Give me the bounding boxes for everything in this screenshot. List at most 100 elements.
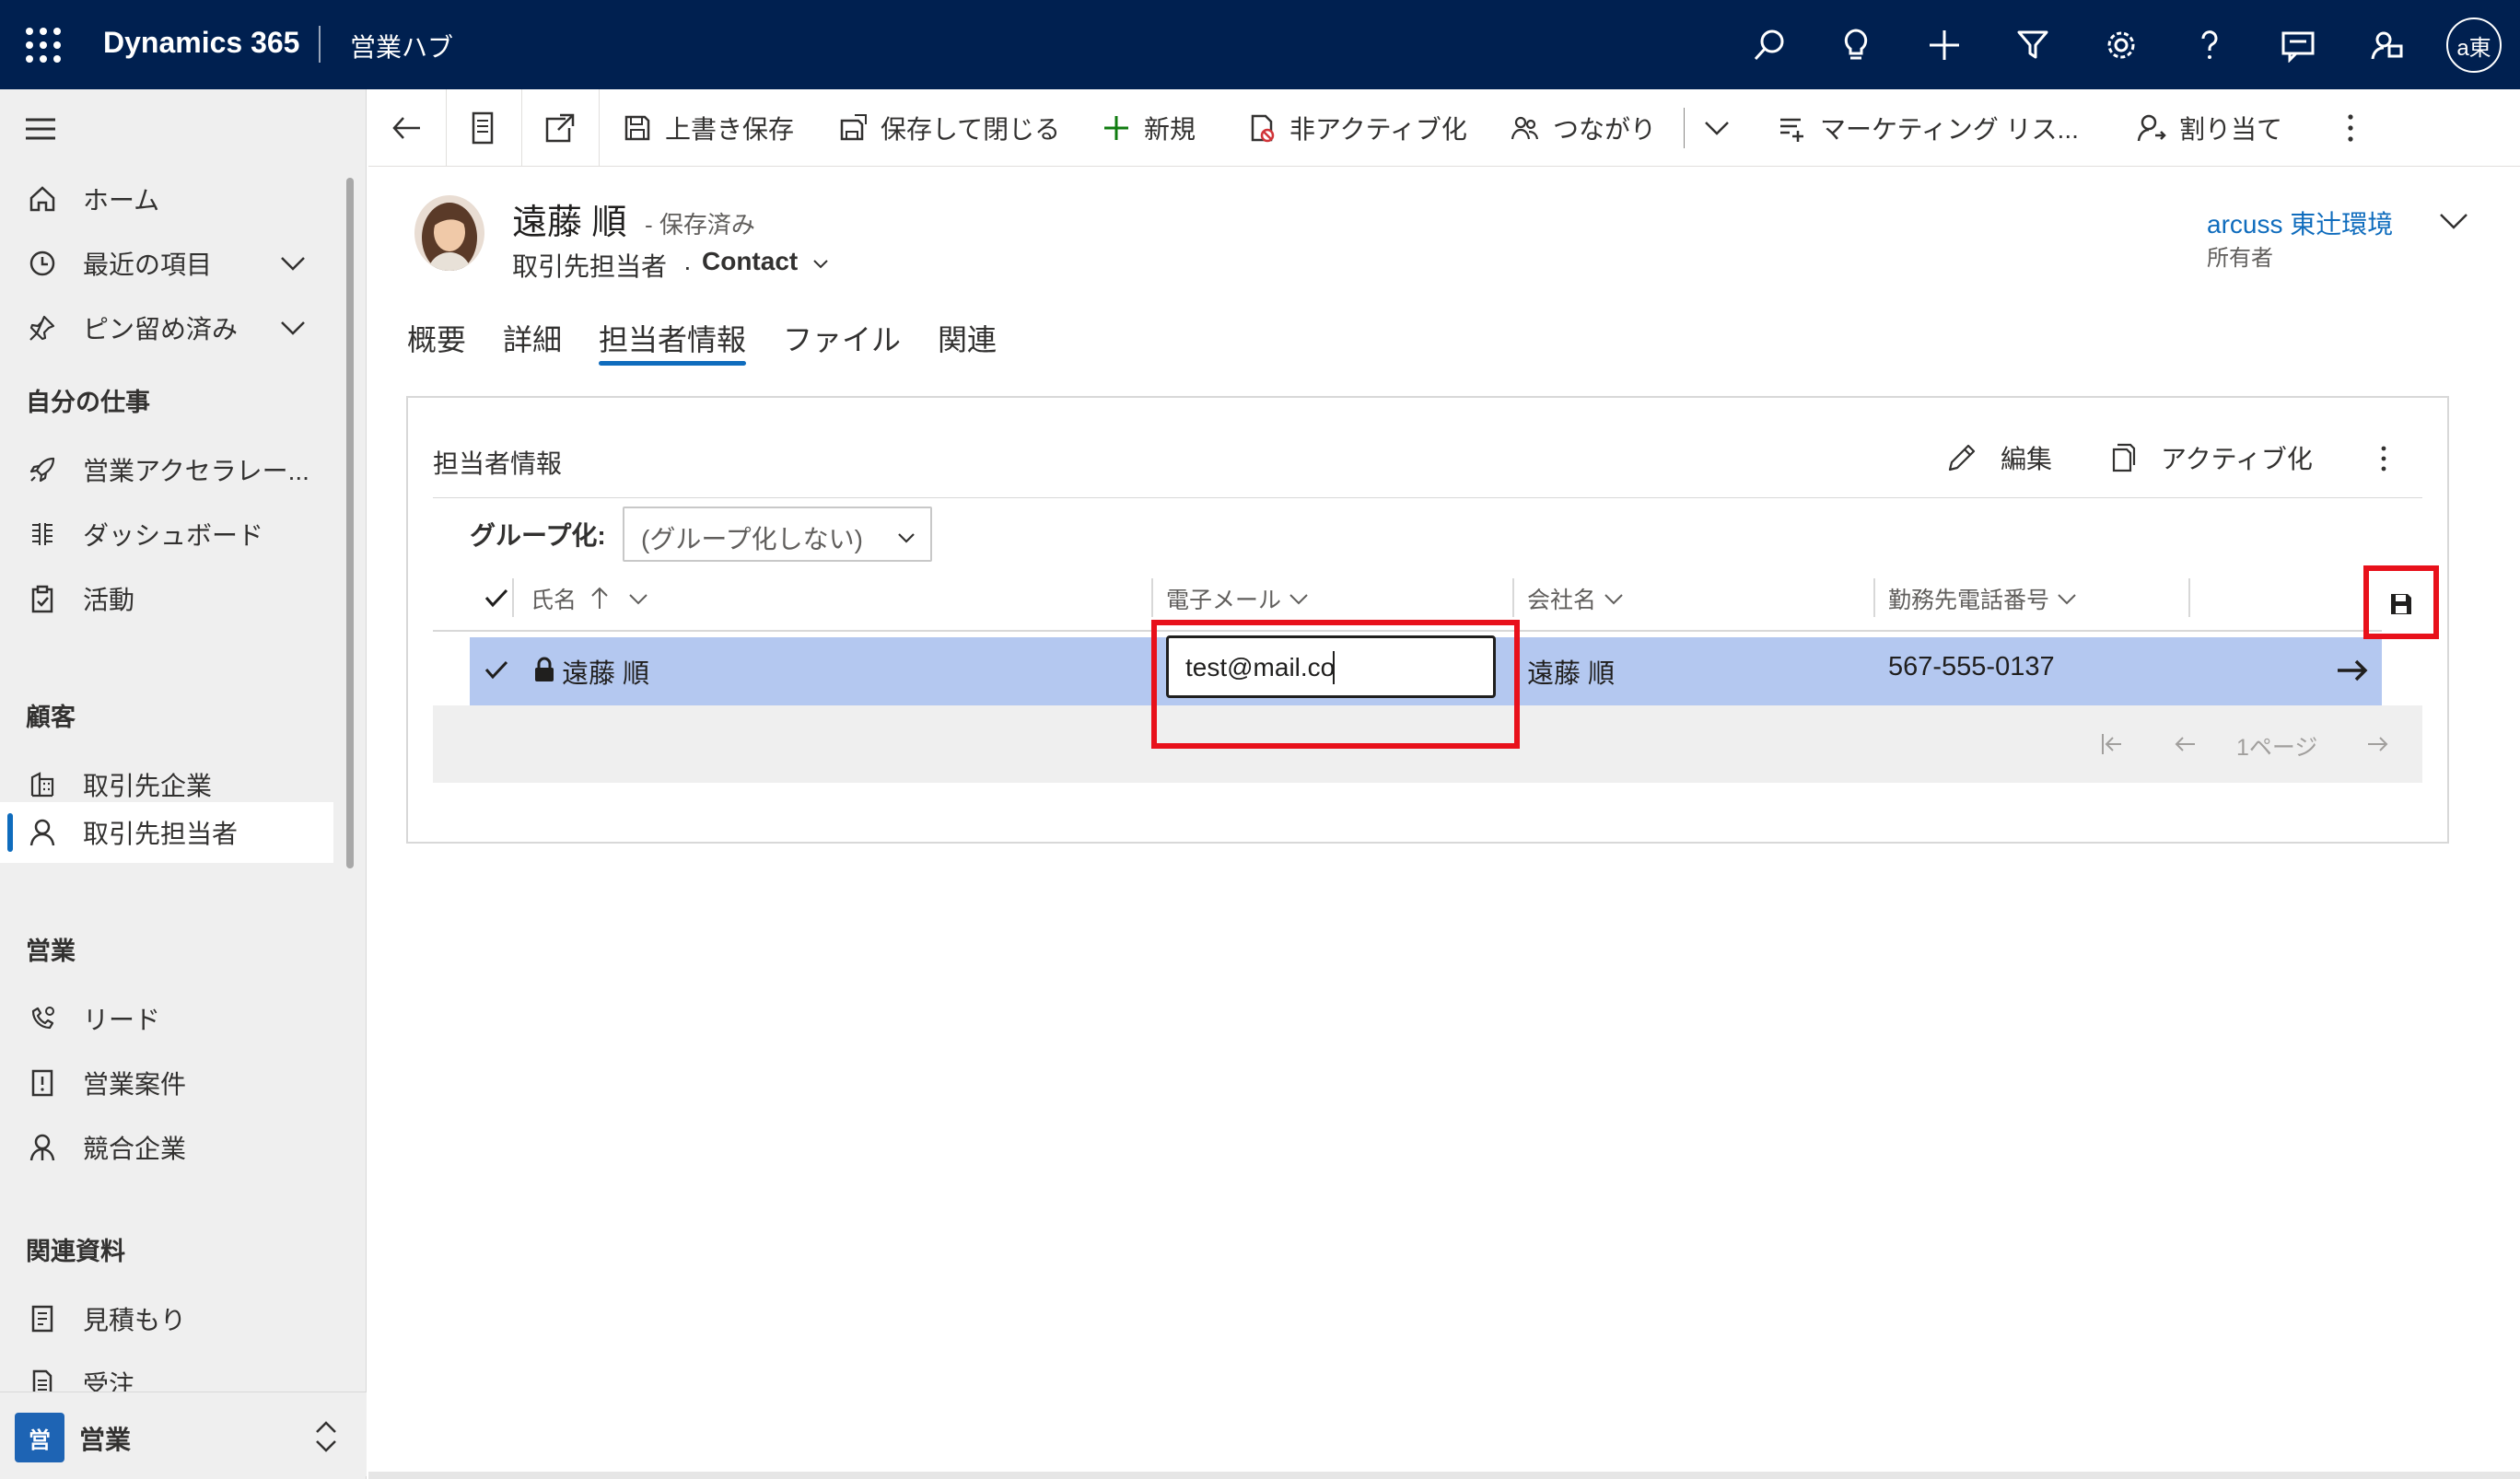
sort-ascending-icon — [591, 587, 608, 609]
chevron-down-icon — [813, 259, 828, 269]
pin-icon — [26, 311, 59, 344]
sidebar-item-dashboard[interactable]: ダッシュボード — [0, 504, 333, 565]
sidebar-item-label: 競合企業 — [83, 1135, 187, 1163]
divider — [521, 89, 522, 167]
contact-photo[interactable] — [414, 195, 484, 271]
highlight-box-save — [2363, 565, 2439, 639]
connect-people-icon — [1509, 111, 1542, 145]
add-icon[interactable] — [1921, 22, 1967, 68]
column-header-company[interactable]: 会社名 — [1527, 582, 1626, 615]
sidebar-item-home[interactable]: ホーム — [0, 169, 333, 229]
marketing-list-icon — [1776, 111, 1809, 145]
more-commands-icon[interactable] — [2339, 110, 2362, 146]
chevron-down-icon[interactable] — [276, 311, 309, 344]
active-tab-indicator — [599, 361, 746, 366]
header-expand-chevron-icon[interactable] — [2437, 204, 2470, 238]
sidebar-item-opportunities[interactable]: 営業案件 — [0, 1053, 333, 1113]
lightbulb-icon[interactable] — [1833, 22, 1879, 68]
subgrid-divider — [433, 497, 2422, 498]
hub-name[interactable]: 営業ハブ — [350, 28, 453, 64]
column-header-phone[interactable]: 勤務先電話番号 — [1888, 582, 2079, 615]
column-header-email[interactable]: 電子メール — [1166, 582, 1311, 615]
sidebar-item-contacts[interactable]: 取引先担当者 — [0, 802, 333, 863]
edit-button[interactable]: 編集 — [1945, 437, 2052, 479]
connect-chevron-down-icon[interactable] — [1700, 111, 1733, 145]
tab-files[interactable]: ファイル — [783, 317, 901, 359]
hamburger-menu-icon[interactable] — [24, 117, 57, 141]
first-page-icon[interactable] — [2091, 724, 2131, 764]
tab-summary[interactable]: 概要 — [407, 317, 466, 359]
highlight-box-email — [1151, 620, 1520, 749]
next-page-icon[interactable] — [2358, 724, 2398, 764]
sidebar-item-leads[interactable]: リード — [0, 988, 333, 1049]
deactivate-button[interactable]: 非アクティブ化 — [1245, 104, 1467, 152]
sidebar-item-activities[interactable]: 活動 — [0, 568, 333, 629]
back-arrow-icon[interactable] — [389, 111, 426, 145]
activate-document-icon — [2106, 441, 2139, 474]
connect-label: つながり — [1553, 115, 1657, 144]
top-navigation-bar: Dynamics 365 営業ハブ a東 — [0, 0, 2520, 89]
app-name[interactable]: Dynamics 365 — [103, 26, 299, 60]
help-icon[interactable] — [2187, 22, 2233, 68]
select-all-checkmark[interactable] — [483, 584, 510, 611]
marketing-list-label: マーケティング リス... — [1820, 115, 2079, 144]
open-record-arrow-icon[interactable] — [2334, 654, 2371, 687]
owner-link[interactable]: arcuss 東辻環境 — [2207, 204, 2393, 241]
activate-button[interactable]: アクティブ化 — [2106, 437, 2313, 479]
sidebar-scrollbar[interactable] — [346, 178, 354, 868]
cell-phone[interactable]: 567-555-0137 — [1888, 652, 2055, 682]
cell-name: 遠藤 順 — [562, 659, 650, 689]
column-header-name[interactable]: 氏名 — [531, 582, 650, 615]
column-separator — [1512, 578, 1514, 617]
user-avatar[interactable]: a東 — [2446, 17, 2502, 73]
add-to-marketing-list-button[interactable]: マーケティング リス... — [1776, 104, 2079, 152]
sidebar-item-label: 営業アクセラレー... — [83, 457, 309, 485]
filter-icon[interactable] — [2010, 22, 2056, 68]
save-button[interactable]: 上書き保存 — [621, 104, 794, 152]
previous-page-icon[interactable] — [2164, 724, 2205, 764]
row-checkmark[interactable] — [483, 656, 510, 683]
sidebar-item-competitors[interactable]: 競合企業 — [0, 1117, 333, 1178]
assign-label: 割り当て — [2179, 115, 2283, 144]
form-view-icon[interactable] — [466, 110, 499, 146]
sidebar-item-recent[interactable]: 最近の項目 — [0, 233, 333, 294]
app-launcher-icon[interactable] — [26, 28, 61, 63]
connect-button[interactable]: つながり — [1509, 104, 1656, 152]
sidebar-item-label: 活動 — [83, 586, 135, 614]
edit-label: 編集 — [2001, 445, 2053, 473]
divider — [1684, 108, 1685, 148]
open-new-window-icon[interactable] — [542, 111, 578, 145]
sidebar-item-sales-accelerator[interactable]: 営業アクセラレー... — [0, 439, 333, 500]
save-close-label: 保存して閉じる — [881, 115, 1061, 144]
area-switcher[interactable]: 営 営業 — [0, 1392, 367, 1476]
pencil-icon — [1945, 441, 1978, 474]
cell-company[interactable]: 遠藤 順 — [1527, 652, 1615, 691]
sidebar-item-label: 営業案件 — [83, 1070, 187, 1099]
topbar-divider — [319, 26, 321, 63]
sidebar-item-pinned[interactable]: ピン留め済み — [0, 297, 333, 358]
save-close-icon — [836, 111, 869, 145]
assign-button[interactable]: 割り当て — [2135, 104, 2282, 152]
group-by-value: (グループ化しない) — [641, 525, 863, 553]
activate-label: アクティブ化 — [2161, 445, 2313, 473]
chevron-down-icon[interactable] — [276, 247, 309, 280]
search-icon[interactable] — [1746, 22, 1792, 68]
tab-details[interactable]: 詳細 — [503, 317, 562, 359]
save-and-close-button[interactable]: 保存して閉じる — [836, 104, 1060, 152]
column-separator — [512, 578, 514, 617]
subgrid-title: 担当者情報 — [433, 449, 563, 478]
opportunity-icon — [26, 1066, 59, 1100]
settings-icon[interactable] — [2098, 22, 2144, 68]
tab-contact-info[interactable]: 担当者情報 — [599, 317, 746, 359]
subgrid-more-icon[interactable] — [2373, 440, 2395, 477]
sidebar-item-label: 見積もり — [83, 1306, 187, 1334]
chevron-up-down-icon[interactable] — [309, 1418, 343, 1455]
feedback-icon[interactable] — [2363, 22, 2409, 68]
chat-icon[interactable] — [2275, 22, 2321, 68]
page-indicator: 1ページ — [2236, 735, 2318, 761]
tab-related[interactable]: 関連 — [938, 317, 997, 359]
form-selector[interactable]: Contact — [702, 247, 831, 276]
sidebar-item-quotes[interactable]: 見積もり — [0, 1288, 333, 1349]
group-by-dropdown[interactable]: (グループ化しない) — [623, 507, 932, 562]
new-button[interactable]: 新規 — [1100, 104, 1196, 152]
